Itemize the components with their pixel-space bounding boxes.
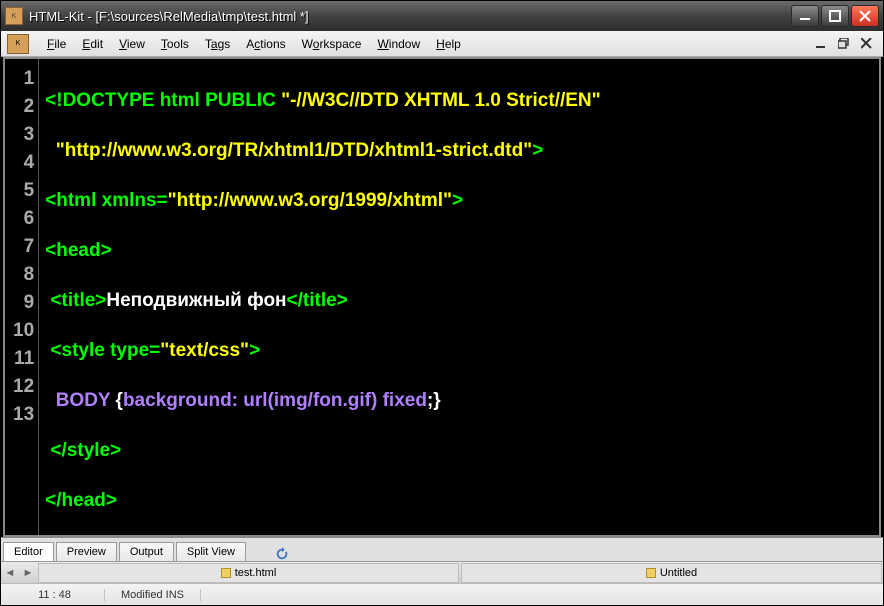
app-logo-icon: K	[7, 34, 29, 54]
mdi-close-icon[interactable]	[859, 37, 873, 51]
title-bar: K HTML-Kit - [F:\sources\RelMedia\tmp\te…	[1, 1, 883, 31]
file-tab-row: ◄ ► test.html Untitled	[1, 561, 883, 583]
menu-edit[interactable]: Edit	[74, 35, 111, 53]
tab-preview[interactable]: Preview	[56, 542, 117, 561]
tab-scroll-right-icon[interactable]: ►	[19, 563, 37, 583]
menu-tags[interactable]: Tags	[197, 35, 238, 53]
menu-actions[interactable]: Actions	[238, 35, 293, 53]
tab-output[interactable]: Output	[119, 542, 174, 561]
file-tab-untitled[interactable]: Untitled	[461, 563, 882, 583]
minimize-button[interactable]	[791, 5, 819, 27]
menu-view[interactable]: View	[111, 35, 153, 53]
status-cursor-position: 11 : 48	[5, 589, 105, 601]
line-number-gutter: 12345678910111213	[5, 59, 39, 535]
refresh-icon[interactable]	[274, 547, 290, 561]
editor-area[interactable]: 12345678910111213 <!DOCTYPE html PUBLIC …	[3, 57, 881, 537]
app-icon: K	[5, 7, 23, 25]
menu-tools[interactable]: Tools	[153, 35, 197, 53]
close-button[interactable]	[851, 5, 879, 27]
tab-scroll-left-icon[interactable]: ◄	[1, 563, 19, 583]
file-icon	[221, 568, 231, 578]
code-content[interactable]: <!DOCTYPE html PUBLIC "-//W3C//DTD XHTML…	[39, 59, 879, 535]
status-mode: Modified INS	[105, 589, 201, 601]
menu-workspace[interactable]: Workspace	[294, 35, 370, 53]
menu-bar: K File Edit View Tools Tags Actions Work…	[1, 31, 883, 57]
view-tab-row: Editor Preview Output Split View	[1, 537, 883, 561]
mdi-restore-icon[interactable]	[837, 37, 851, 51]
file-icon	[646, 568, 656, 578]
mdi-minimize-icon[interactable]	[815, 37, 829, 51]
menu-help[interactable]: Help	[428, 35, 469, 53]
file-tab-test[interactable]: test.html	[38, 563, 459, 583]
menu-window[interactable]: Window	[369, 35, 428, 53]
menu-file[interactable]: File	[39, 35, 74, 53]
status-bar: 11 : 48 Modified INS	[1, 583, 883, 605]
tab-editor[interactable]: Editor	[3, 542, 54, 561]
tab-split-view[interactable]: Split View	[176, 542, 246, 561]
window-title: HTML-Kit - [F:\sources\RelMedia\tmp\test…	[29, 9, 791, 24]
maximize-button[interactable]	[821, 5, 849, 27]
